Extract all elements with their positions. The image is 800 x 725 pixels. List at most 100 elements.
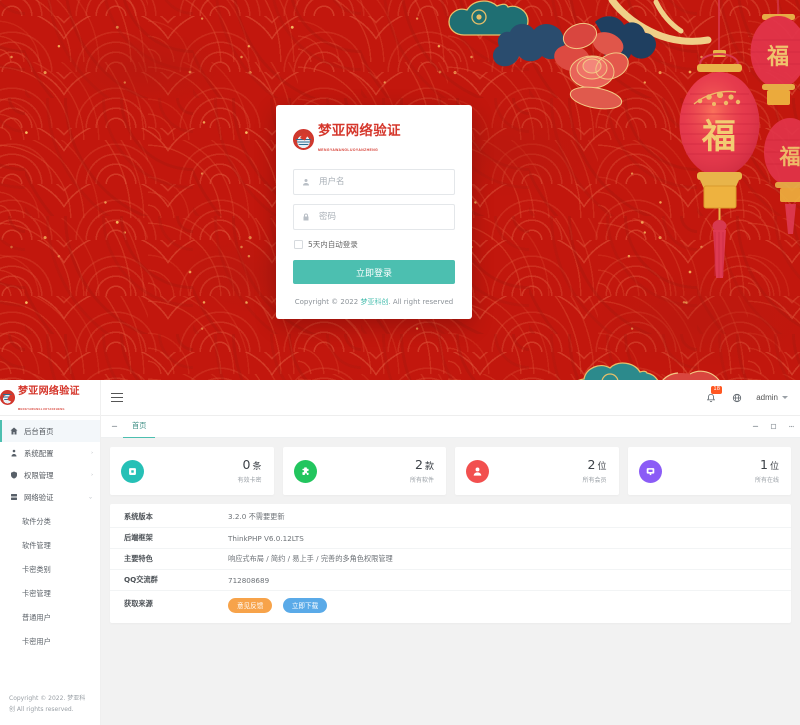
login-copyright-prefix: Copyright © 2022 bbox=[294, 298, 361, 306]
login-card: 梦亚网络验证 MENGYAWANGLUOYANZHENG 5天内自动登录 bbox=[276, 105, 472, 319]
chevron-right-icon: › bbox=[91, 450, 93, 456]
info-key: 主要特色 bbox=[124, 554, 153, 563]
user-icon bbox=[466, 459, 489, 483]
sidebar-subitem-card-category[interactable]: 卡密类别 bbox=[0, 558, 100, 582]
stat-card-all-members[interactable]: 2位 所有会员 bbox=[455, 447, 619, 495]
sidebar-item-dashboard[interactable]: 后台首页 bbox=[0, 420, 100, 442]
info-key: 获取来源 bbox=[124, 599, 153, 608]
stat-card-valid-cards[interactable]: 0条 有效卡密 bbox=[110, 447, 274, 495]
table-row: 系统版本 3.2.0 不需要更新 bbox=[110, 507, 791, 528]
info-value: 712808689 bbox=[228, 575, 270, 585]
stat-unit: 款 bbox=[424, 461, 434, 472]
sidebar-sublabel: 卡密类别 bbox=[22, 565, 51, 574]
admin-body: 后台首页 系统配置 › 权限管理 › 网络验证 ⌄ 软件分类 软件管理 卡密类别… bbox=[0, 416, 800, 725]
stat-value: 2款 bbox=[410, 457, 434, 473]
bell-icon bbox=[707, 393, 716, 402]
lantern-secondary-top: 福 bbox=[750, 0, 800, 105]
admin-brand-pinyin: MENGYAWANGLUOYANZHENG bbox=[18, 407, 65, 411]
notifications-button[interactable]: 18 bbox=[698, 380, 724, 416]
stat-value: 1位 bbox=[755, 456, 779, 473]
stat-card-all-software[interactable]: 2款 所有软件 bbox=[282, 447, 446, 495]
collapse-icon[interactable] bbox=[105, 416, 123, 438]
stat-unit: 位 bbox=[769, 461, 779, 472]
more-icon[interactable] bbox=[782, 416, 800, 438]
sidebar-item-permissions[interactable]: 权限管理 › bbox=[0, 464, 100, 486]
sidebar-subitem-card-user[interactable]: 卡密用户 bbox=[0, 630, 100, 654]
stat-number: 1 bbox=[760, 456, 768, 472]
sidebar-label: 后台首页 bbox=[24, 426, 54, 436]
stat-value: 0条 bbox=[237, 456, 262, 473]
fullscreen-icon[interactable] bbox=[764, 416, 782, 438]
login-logo-pinyin: MENGYAWANGLUOYANZHENG bbox=[318, 148, 379, 152]
svg-text:福: 福 bbox=[779, 145, 800, 169]
stat-card-text: 2款 所有软件 bbox=[409, 457, 434, 485]
remember-me-label: 5天内自动登录 bbox=[308, 240, 358, 249]
tab-home[interactable]: 首页 bbox=[123, 416, 156, 438]
svg-text:福: 福 bbox=[766, 45, 789, 70]
stat-card-text: 2位 所有会员 bbox=[582, 456, 607, 484]
stat-card-text: 0条 有效卡密 bbox=[237, 456, 262, 484]
stat-number: 2 bbox=[587, 456, 596, 472]
content-area: 首页 0 条 有效卡密 2 款 所有软件 2 位 所有会员 1 位 所有在线 系… bbox=[101, 416, 800, 725]
chevron-down-icon: ⌄ bbox=[87, 495, 93, 500]
admin-dashboard: 梦亚网络验证 MENGYAWANGLUOYANZHENG 18 admin 后台… bbox=[0, 380, 800, 725]
sidebar-label: 系统配置 bbox=[24, 448, 54, 458]
monitor-icon bbox=[638, 459, 662, 483]
info-value: ThinkPHP V6.0.12LTS bbox=[228, 533, 304, 543]
sidebar-item-network-auth[interactable]: 网络验证 ⌄ bbox=[0, 486, 100, 508]
password-field[interactable] bbox=[293, 204, 455, 230]
stat-unit: 条 bbox=[252, 461, 262, 472]
password-input[interactable] bbox=[317, 211, 446, 223]
brand-logo-icon bbox=[0, 390, 15, 405]
sidebar-subitem-normal-user[interactable]: 普通用户 bbox=[0, 606, 100, 630]
download-button[interactable]: 立即下载 bbox=[282, 597, 328, 613]
login-copyright-suffix: . All right reserved bbox=[388, 298, 454, 306]
sidebar-label: 网络验证 bbox=[24, 492, 54, 502]
stat-value: 2位 bbox=[582, 456, 607, 473]
table-row: 后端框架 ThinkPHP V6.0.12LTS bbox=[110, 528, 791, 549]
sidebar-sublabel: 卡密用户 bbox=[22, 637, 51, 646]
stat-card-all-online[interactable]: 1位 所有在线 bbox=[627, 447, 791, 495]
info-key: QQ交流群 bbox=[124, 575, 158, 584]
hamburger-icon[interactable] bbox=[101, 380, 133, 416]
sidebar-subitem-software-manage[interactable]: 软件管理 bbox=[0, 534, 100, 558]
admin-brand[interactable]: 梦亚网络验证 MENGYAWANGLUOYANZHENG bbox=[0, 380, 101, 416]
admin-brand-title: 梦亚网络验证 bbox=[18, 385, 80, 397]
brand-logo-icon bbox=[293, 128, 314, 150]
login-logo: 梦亚网络验证 MENGYAWANGLUOYANZHENG bbox=[293, 123, 455, 155]
stat-number: 0 bbox=[242, 456, 251, 472]
shield-icon bbox=[8, 471, 20, 479]
chevron-down-icon bbox=[782, 396, 788, 399]
card-key-icon bbox=[121, 459, 144, 483]
sidebar-item-system-config[interactable]: 系统配置 › bbox=[0, 442, 100, 464]
sidebar-sublabel: 软件管理 bbox=[22, 541, 51, 550]
table-row: 主要特色 响应式布局 / 简约 / 易上手 / 完善的多角色权限管理 bbox=[110, 549, 791, 570]
stat-unit: 位 bbox=[597, 461, 607, 472]
username-input[interactable] bbox=[317, 176, 446, 188]
stat-label: 所有在线 bbox=[754, 477, 779, 485]
login-button[interactable]: 立即登录 bbox=[293, 260, 455, 284]
stat-label: 所有软件 bbox=[409, 477, 434, 485]
user-menu[interactable]: admin bbox=[750, 380, 800, 416]
sidebar-label: 权限管理 bbox=[24, 470, 54, 480]
info-key: 后端框架 bbox=[124, 533, 153, 542]
sidebar-subitem-software-category[interactable]: 软件分类 bbox=[0, 510, 100, 534]
theme-button[interactable] bbox=[724, 380, 750, 416]
cloud-decoration-bottom bbox=[578, 362, 720, 380]
feedback-button[interactable]: 意见反馈 bbox=[228, 597, 273, 613]
info-value: 3.2.0 不需要更新 bbox=[228, 512, 285, 521]
lock-icon bbox=[302, 213, 310, 221]
sidebar-copyright: Copyright © 2022. 梦亚科创 All rights reserv… bbox=[9, 695, 86, 713]
info-buttons: 意见反馈 立即下载 bbox=[228, 595, 333, 613]
server-icon bbox=[8, 493, 20, 501]
remember-me-checkbox[interactable] bbox=[294, 240, 303, 249]
remember-me-row[interactable]: 5天内自动登录 bbox=[294, 239, 455, 250]
system-info-table: 系统版本 3.2.0 不需要更新 后端框架 ThinkPHP V6.0.12LT… bbox=[110, 504, 791, 623]
sidebar-subitem-card-manage[interactable]: 卡密管理 bbox=[0, 582, 100, 606]
stat-card-text: 1位 所有在线 bbox=[754, 456, 779, 485]
refresh-icon[interactable] bbox=[746, 416, 764, 438]
table-row: QQ交流群 712808689 bbox=[110, 570, 791, 591]
username-field[interactable] bbox=[293, 169, 455, 195]
chevron-right-icon: › bbox=[91, 472, 93, 478]
sidebar: 后台首页 系统配置 › 权限管理 › 网络验证 ⌄ 软件分类 软件管理 卡密类别… bbox=[0, 416, 101, 725]
